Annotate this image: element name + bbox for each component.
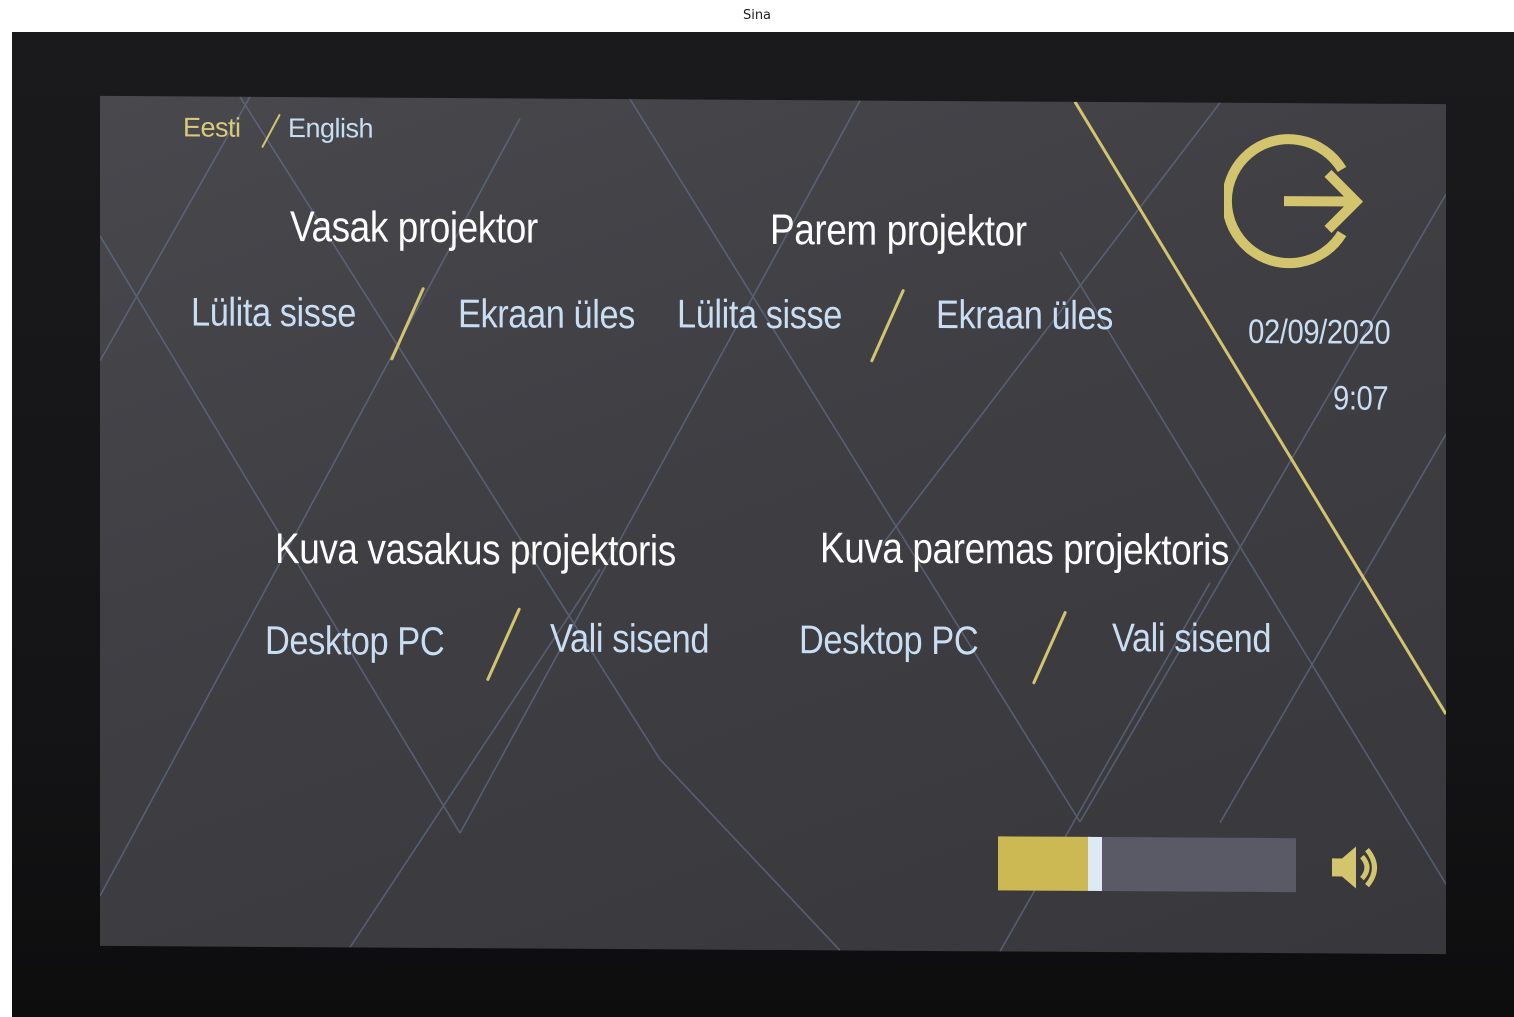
left-source-desktop-pc[interactable]: Desktop PC xyxy=(265,619,444,665)
right-source-desktop-pc[interactable]: Desktop PC xyxy=(799,618,978,664)
caller-label: Sina xyxy=(742,8,772,23)
right-projector-title: Parem projektor xyxy=(770,205,1027,256)
right-select-input-button[interactable]: Vali sisend xyxy=(1112,616,1271,662)
left-power-on-button[interactable]: Lülita sisse xyxy=(191,290,356,336)
volume-slider[interactable] xyxy=(998,836,1296,893)
right-power-on-button[interactable]: Lülita sisse xyxy=(677,292,842,338)
volume-level-fill xyxy=(998,836,1090,891)
left-select-input-button[interactable]: Vali sisend xyxy=(550,617,709,663)
volume-slider-thumb[interactable] xyxy=(1088,836,1102,892)
left-projector-title: Vasak projektor xyxy=(290,203,538,253)
right-screen-up-button[interactable]: Ekraan üles xyxy=(936,293,1113,339)
time-display: 9:07 xyxy=(1332,379,1388,418)
exit-icon[interactable] xyxy=(1224,125,1374,276)
language-estonian[interactable]: Eesti xyxy=(183,112,241,143)
right-display-title: Kuva paremas projektoris xyxy=(820,524,1229,575)
touch-panel-device: Eesti English Vasak projektor Parem proj… xyxy=(12,32,1514,1017)
control-screen: Eesti English Vasak projektor Parem proj… xyxy=(100,95,1446,955)
left-screen-up-button[interactable]: Ekraan üles xyxy=(458,292,635,338)
date-display: 02/09/2020 xyxy=(1247,312,1390,352)
left-display-title: Kuva vasakus projektoris xyxy=(275,524,676,576)
speaker-icon[interactable] xyxy=(1328,841,1384,893)
language-english[interactable]: English xyxy=(288,113,373,145)
